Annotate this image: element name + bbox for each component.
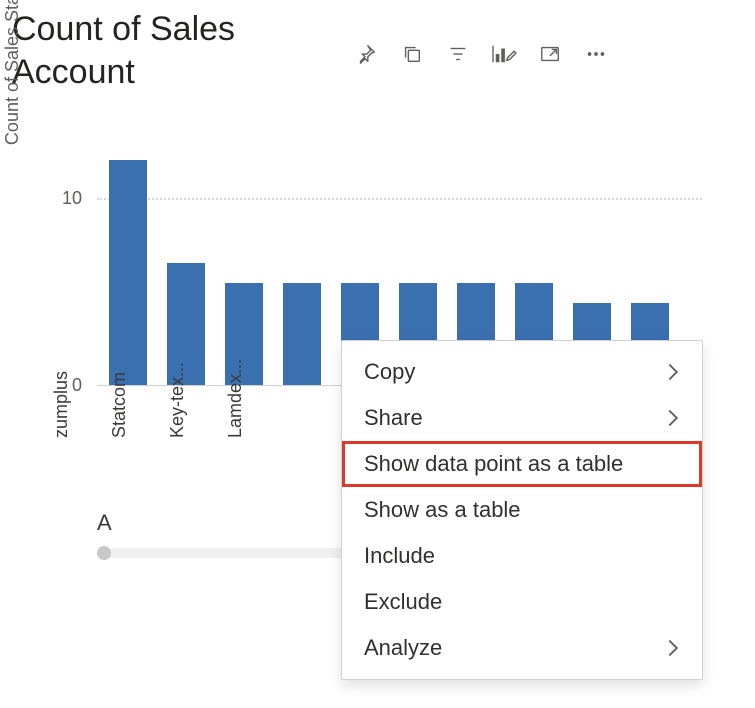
more-options-icon[interactable] [582, 40, 610, 68]
pin-icon[interactable] [352, 40, 380, 68]
menu-item-showtbl[interactable]: Show as a table [342, 487, 702, 533]
copy-icon[interactable] [398, 40, 426, 68]
bar[interactable] [109, 160, 147, 385]
x-tick-label: Lamdex... [225, 400, 246, 438]
menu-item-label: Exclude [364, 589, 442, 615]
x-tick-label: Statcom [109, 400, 130, 438]
visual-header: Count of Sales Account [12, 8, 743, 93]
x-tick-label: zumplus [51, 400, 72, 438]
context-menu: Copy Share Show data point as a table Show … [341, 340, 703, 680]
x-scrollbar-thumb[interactable] [97, 546, 111, 560]
chart-visual: Count of Sales Account [0, 0, 755, 708]
visual-toolbar [352, 40, 610, 68]
chart-title: Count of Sales Account [12, 8, 342, 93]
focus-mode-icon[interactable] [536, 40, 564, 68]
y-axis-title: Count of Sales Stage ... [2, 0, 23, 170]
personalize-icon[interactable] [490, 40, 518, 68]
y-tick-label: 10 [52, 188, 82, 209]
menu-item-copy[interactable]: Copy [342, 349, 702, 395]
menu-item-label: Show as a table [364, 497, 521, 523]
menu-item-showdp[interactable]: Show data point as a table [342, 441, 702, 487]
x-tick-label: Key-tex... [167, 400, 188, 438]
menu-item-label: Show data point as a table [364, 451, 623, 477]
menu-item-label: Include [364, 543, 435, 569]
bar[interactable] [283, 283, 321, 385]
menu-item-label: Copy [364, 359, 415, 385]
filter-icon[interactable] [444, 40, 472, 68]
menu-item-include[interactable]: Include [342, 533, 702, 579]
menu-item-share[interactable]: Share [342, 395, 702, 441]
x-axis-title: A [97, 510, 112, 536]
menu-item-label: Analyze [364, 635, 442, 661]
menu-item-label: Share [364, 405, 423, 431]
menu-item-analyze[interactable]: Analyze [342, 625, 702, 671]
menu-item-exclude[interactable]: Exclude [342, 579, 702, 625]
